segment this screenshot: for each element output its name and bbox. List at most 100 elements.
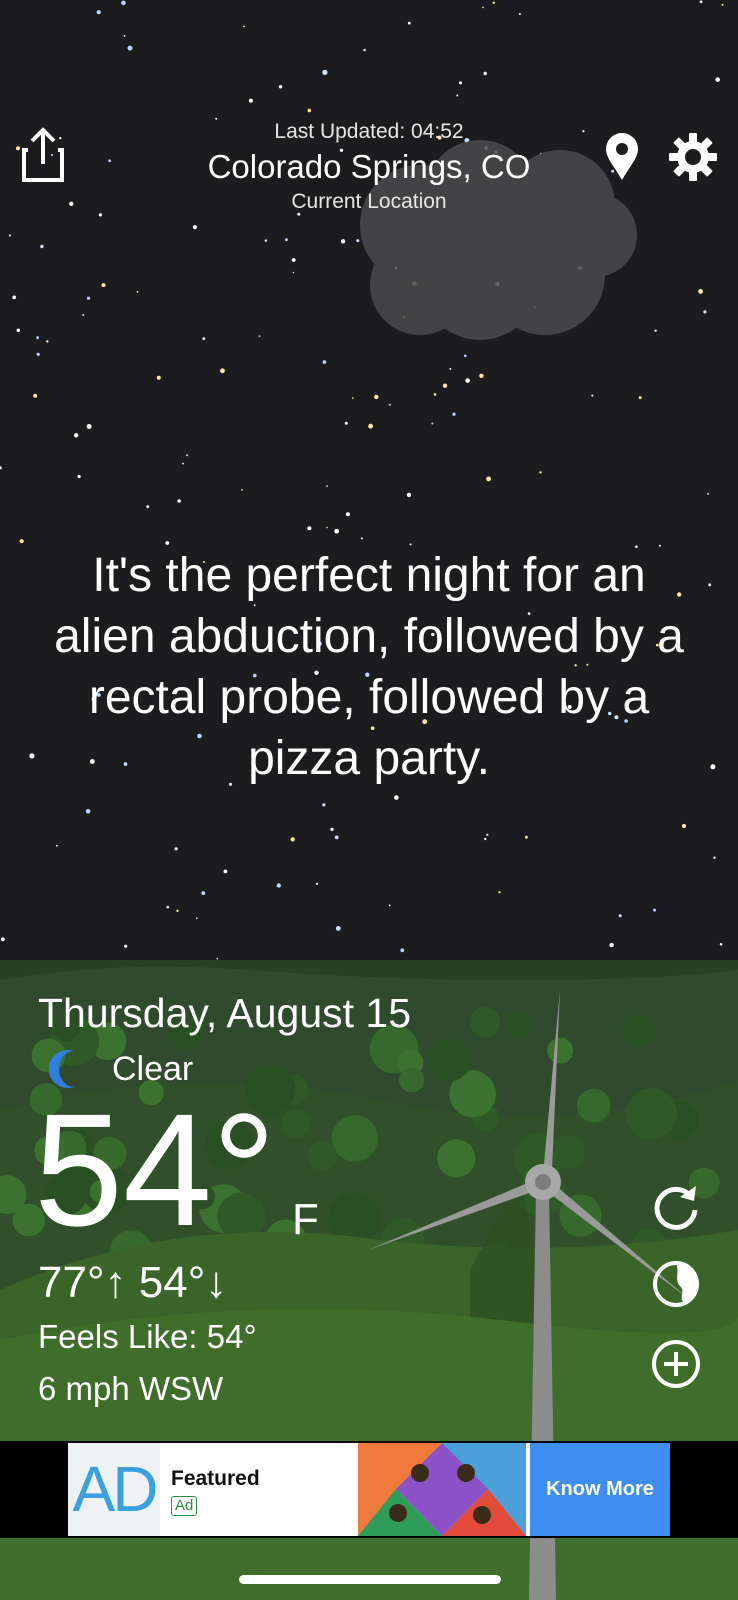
ad-image: [358, 1443, 526, 1536]
star: [40, 244, 44, 249]
location-pin-icon: [606, 133, 638, 180]
star: [653, 908, 656, 912]
star: [307, 108, 312, 113]
star: [29, 753, 35, 759]
star: [442, 383, 448, 388]
star: [326, 526, 328, 529]
gear-icon: [669, 133, 717, 181]
star: [182, 462, 184, 465]
star: [698, 289, 703, 294]
star: [46, 340, 49, 343]
tree: [469, 1007, 501, 1038]
star: [258, 335, 261, 337]
tree: [331, 1115, 378, 1162]
star: [8, 234, 11, 237]
star: [334, 835, 339, 840]
ad-badge: Ad: [171, 1496, 198, 1516]
star: [291, 258, 296, 262]
radar-button[interactable]: [650, 1258, 702, 1310]
star: [459, 81, 462, 85]
star: [146, 505, 150, 508]
temperature-unit[interactable]: F: [292, 1195, 319, 1245]
star: [82, 314, 85, 316]
star: [591, 394, 594, 397]
ad-banner[interactable]: AD Featured Ad Know More: [0, 1441, 738, 1538]
star: [36, 336, 39, 340]
star: [433, 393, 437, 396]
star: [77, 475, 81, 479]
star: [449, 367, 452, 370]
star: [479, 373, 484, 378]
star: [707, 493, 709, 495]
know-more-button[interactable]: Know More: [530, 1443, 670, 1536]
star: [36, 352, 40, 356]
tree: [281, 1109, 310, 1138]
star: [174, 847, 178, 851]
star: [407, 21, 411, 25]
star: [719, 943, 723, 946]
wind-speed: 6 mph WSW: [38, 1370, 224, 1407]
tree: [626, 1088, 677, 1139]
star: [484, 837, 487, 841]
star: [710, 764, 716, 770]
star: [525, 835, 528, 839]
star: [360, 537, 363, 540]
star: [388, 403, 391, 406]
star: [388, 904, 391, 907]
tree: [428, 1037, 472, 1082]
star: [192, 225, 197, 230]
star: [486, 833, 489, 836]
star: [19, 539, 24, 544]
star: [136, 291, 139, 293]
star: [322, 360, 327, 364]
star: [344, 421, 348, 425]
ad-logo: AD: [68, 1443, 160, 1536]
star: [363, 48, 366, 52]
star: [156, 375, 161, 380]
star: [121, 0, 126, 6]
settings-button[interactable]: [668, 132, 718, 182]
tree: [399, 1067, 425, 1093]
star: [285, 238, 288, 242]
star: [307, 526, 312, 531]
star: [486, 476, 491, 482]
star: [264, 239, 268, 242]
star: [492, 1, 495, 4]
tree: [308, 1140, 338, 1171]
star: [243, 25, 245, 28]
star: [86, 296, 91, 300]
star: [177, 499, 181, 503]
star: [223, 869, 228, 874]
star: [498, 891, 501, 894]
star: [456, 94, 459, 97]
star: [703, 310, 707, 314]
ad-headline: Featured: [171, 1467, 260, 1490]
tree: [621, 1013, 656, 1048]
star: [124, 944, 128, 948]
star: [201, 891, 206, 895]
star: [334, 528, 340, 534]
weather-quip: It's the perfect night for an alien abdu…: [54, 549, 684, 785]
refresh-button[interactable]: [650, 1180, 702, 1232]
star: [248, 98, 253, 103]
tree: [576, 1088, 611, 1123]
star: [292, 271, 295, 274]
location-button[interactable]: [604, 132, 640, 182]
add-location-button[interactable]: [650, 1338, 702, 1390]
star: [196, 917, 198, 919]
star: [518, 13, 521, 15]
star: [123, 35, 126, 37]
ad-content[interactable]: AD Featured Ad Know More: [68, 1443, 670, 1536]
star: [220, 368, 225, 374]
star: [340, 239, 346, 244]
tree: [547, 1037, 574, 1064]
home-indicator[interactable]: [239, 1575, 501, 1584]
current-temperature: 54°: [34, 1080, 276, 1259]
star: [0, 937, 5, 942]
star: [618, 914, 622, 918]
add-icon: [652, 1340, 700, 1388]
star: [322, 69, 328, 75]
tree: [437, 1139, 476, 1178]
star: [638, 396, 642, 400]
star: [394, 795, 399, 800]
